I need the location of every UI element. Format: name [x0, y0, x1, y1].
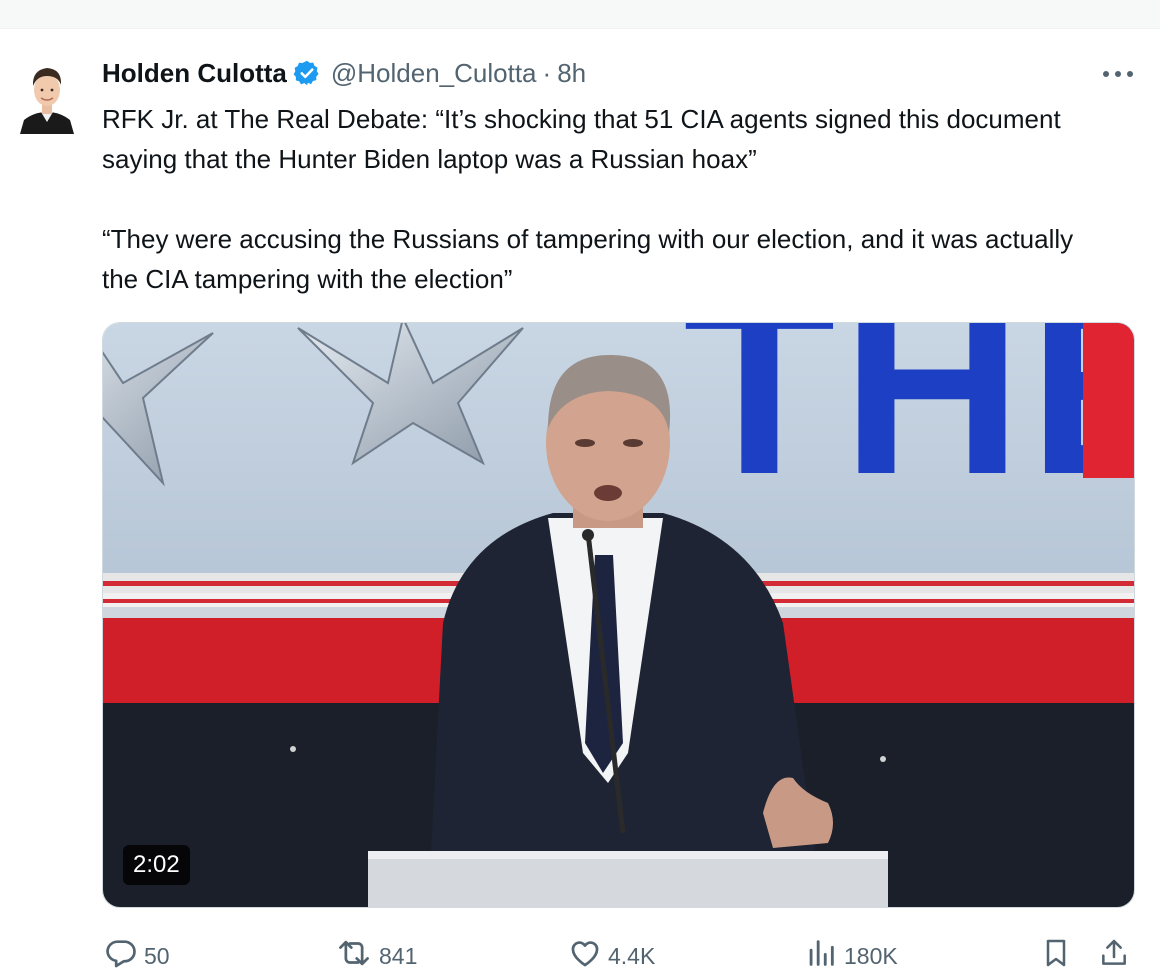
repost-icon	[335, 936, 379, 976]
user-handle[interactable]: @Holden_Culotta	[331, 58, 537, 89]
tweet-actions: 50 841 4.4K 180K	[102, 936, 1142, 976]
backdrop-letters: THE	[683, 323, 1135, 526]
display-name[interactable]: Holden Culotta	[102, 58, 287, 89]
backdrop-text: THE	[683, 323, 1135, 526]
like-count: 4.4K	[608, 942, 656, 969]
repost-button[interactable]: 841	[335, 936, 417, 976]
tweet-text: RFK Jr. at The Real Debate: “It’s shocki…	[102, 99, 1112, 299]
video-player[interactable]: THE 2:02	[102, 322, 1135, 908]
reply-icon	[104, 936, 144, 976]
avatar[interactable]	[18, 54, 76, 134]
separator-dot: ·	[542, 57, 552, 88]
repost-count: 841	[379, 942, 418, 969]
tweet-header: Holden Culotta @Holden_Culotta · 8h	[102, 55, 586, 91]
tweet-paragraph: RFK Jr. at The Real Debate: “It’s shocki…	[102, 104, 1061, 174]
more-dots-icon[interactable]	[1098, 60, 1138, 88]
timestamp[interactable]: 8h	[557, 58, 586, 89]
views-button[interactable]: 180K	[804, 936, 898, 976]
tweet-paragraph: “They were accusing the Russians of tamp…	[102, 224, 1074, 294]
reply-button[interactable]: 50	[104, 936, 170, 976]
share-icon	[1098, 936, 1136, 976]
video-frame: THE	[103, 323, 1135, 907]
views-count: 180K	[844, 942, 898, 969]
views-icon	[804, 936, 844, 976]
like-button[interactable]: 4.4K	[568, 936, 655, 976]
reply-count: 50	[144, 942, 170, 969]
video-duration: 2:02	[123, 845, 190, 885]
heart-icon	[568, 936, 608, 976]
top-strip	[0, 0, 1160, 29]
verified-badge-icon[interactable]	[293, 59, 321, 87]
bookmark-button[interactable]	[1040, 936, 1078, 976]
bookmark-icon	[1040, 936, 1078, 976]
share-button[interactable]	[1098, 936, 1136, 976]
